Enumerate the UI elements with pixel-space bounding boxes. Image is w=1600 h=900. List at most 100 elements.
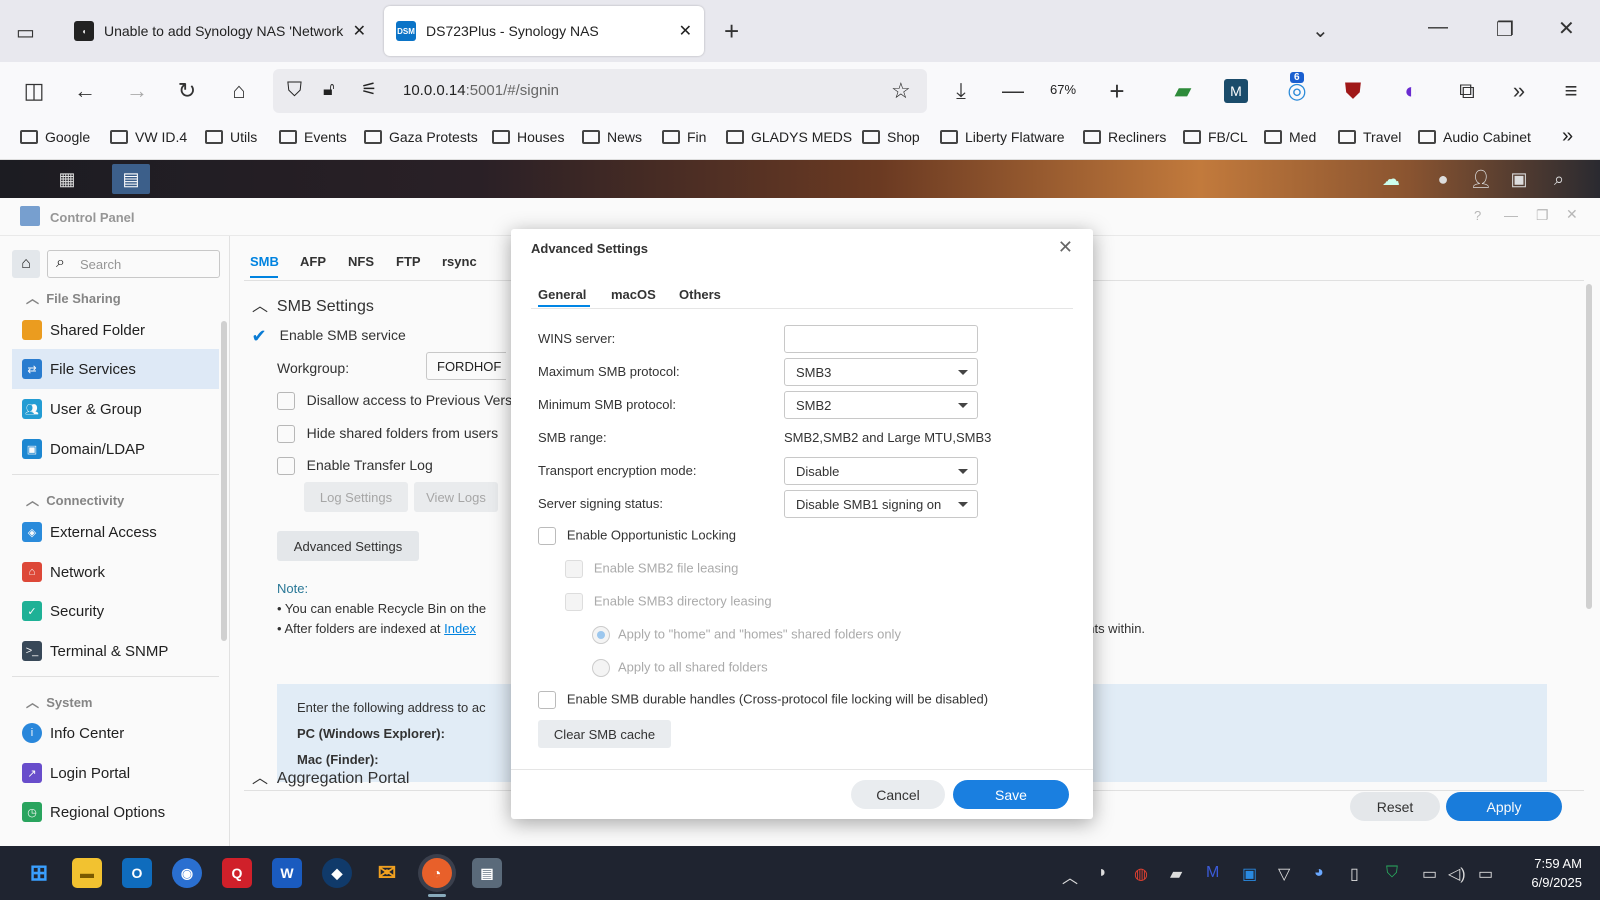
close-tab-icon[interactable]: ✕	[679, 21, 692, 41]
restore-icon[interactable]: ❐	[1496, 17, 1514, 42]
outlook-icon[interactable]: O	[122, 858, 152, 888]
file-explorer-icon[interactable]: ▬	[72, 858, 102, 888]
tab-others[interactable]: Others	[679, 287, 721, 302]
tray-security-shield-icon[interactable]: ⛉	[1386, 864, 1398, 882]
app-globe-icon[interactable]: ◉	[172, 858, 202, 888]
bookmark-folder[interactable]: Recliners	[1083, 129, 1166, 145]
tray-app-card-icon[interactable]: ▰	[1170, 864, 1182, 884]
bookmarks-overflow-icon[interactable]: »	[1562, 125, 1573, 148]
control-panel-taskbar-icon[interactable]: ▤	[112, 164, 150, 194]
bookmark-folder[interactable]: GLADYS MEDS	[726, 129, 852, 145]
app-window-icon[interactable]: ▤	[472, 858, 502, 888]
bookmark-folder[interactable]: Utils	[205, 129, 257, 145]
smb3-dir-leasing-checkbox[interactable]	[565, 593, 583, 611]
tray-network-icon[interactable]: ▭	[1422, 864, 1437, 884]
app-q-icon[interactable]: Q	[222, 858, 252, 888]
zoom-level[interactable]: 67%	[1050, 82, 1076, 97]
oplock-row[interactable]: Enable Opportunistic Locking	[538, 527, 736, 545]
shield-icon[interactable]: ⛉	[287, 79, 302, 102]
dsm-search-icon[interactable]: ⌕	[1540, 164, 1578, 194]
overflow-chevron-icon[interactable]: »	[1504, 76, 1534, 106]
home-icon[interactable]: ⌂	[224, 76, 254, 106]
bookmark-folder[interactable]: Shop	[862, 129, 920, 145]
tray-usb-icon[interactable]: ▯	[1350, 864, 1359, 884]
durable-handles-row[interactable]: Enable SMB durable handles (Cross-protoc…	[538, 691, 988, 709]
word-icon[interactable]: W	[272, 858, 302, 888]
apply-home-radio-row[interactable]: Apply to "home" and "homes" shared folde…	[592, 626, 901, 644]
ublock-icon[interactable]: ⛊	[1338, 76, 1368, 106]
bookmark-folder[interactable]: Audio Cabinet	[1418, 129, 1531, 145]
dialog-close-icon[interactable]: ✕	[1058, 237, 1073, 258]
browser-tab-1[interactable]: ◖ Unable to add Synology NAS 'Network ✕	[62, 6, 378, 56]
smb2-leasing-row[interactable]: Enable SMB2 file leasing	[565, 560, 738, 578]
tray-overflow-chevron-icon[interactable]: ︿	[1062, 864, 1078, 888]
print-extension-icon[interactable]: ▰	[1168, 76, 1198, 106]
bookmark-folder[interactable]: Gaza Protests	[364, 129, 478, 145]
extension-m-icon[interactable]: M	[1224, 79, 1248, 103]
min-smb-protocol-select[interactable]: SMB2	[784, 391, 978, 419]
bookmark-star-icon[interactable]: ☆	[891, 78, 911, 104]
reload-icon[interactable]: ↻	[172, 76, 202, 106]
minimize-icon[interactable]: —	[1428, 16, 1448, 39]
zoom-out-icon[interactable]: —	[998, 76, 1028, 106]
bookmark-folder[interactable]: Liberty Flatware	[940, 129, 1065, 145]
bookmark-folder[interactable]: VW ID.4	[110, 129, 187, 145]
bookmark-folder[interactable]: Houses	[492, 129, 564, 145]
tab-overview-icon[interactable]: ▭	[16, 20, 35, 45]
close-tab-icon[interactable]: ✕	[353, 21, 366, 41]
extensions-puzzle-icon[interactable]: ⧉	[1452, 76, 1482, 106]
tab-general[interactable]: General	[538, 287, 586, 302]
tray-app-red-icon[interactable]: ◍	[1134, 864, 1148, 884]
app-shield-icon[interactable]: ◆	[322, 858, 352, 888]
smb3-dir-leasing-row[interactable]: Enable SMB3 directory leasing	[565, 593, 772, 611]
bookmark-folder[interactable]: Events	[279, 129, 347, 145]
max-smb-protocol-select[interactable]: SMB3	[784, 358, 978, 386]
forward-icon[interactable]: →	[122, 76, 152, 106]
bookmark-folder[interactable]: Google	[20, 129, 90, 145]
tray-app-v-icon[interactable]: ▽	[1278, 864, 1290, 884]
list-tabs-chevron-icon[interactable]: ⌄	[1312, 18, 1329, 43]
tray-app-blue-icon[interactable]: ▣	[1242, 864, 1257, 884]
url-bar[interactable]: ⛉ 🔓︎ ⚟ 10.0.0.14:5001/#/signin ☆	[273, 69, 927, 113]
tray-battery-icon[interactable]: ▭	[1478, 864, 1493, 884]
chat-icon[interactable]: ●	[1424, 164, 1462, 194]
bookmark-folder[interactable]: Fin	[662, 129, 706, 145]
windows-start-icon[interactable]: ⊞	[24, 858, 54, 888]
clear-smb-cache-button[interactable]: Clear SMB cache	[538, 720, 671, 748]
apply-all-radio-row[interactable]: Apply to all shared folders	[592, 659, 768, 677]
oplock-checkbox[interactable]	[538, 527, 556, 545]
tray-malwarebytes-icon[interactable]: M	[1206, 864, 1219, 882]
apply-all-radio[interactable]	[592, 659, 610, 677]
user-icon[interactable]: 👤︎	[1462, 164, 1500, 194]
transport-encryption-select[interactable]: Disable	[784, 457, 978, 485]
tray-app-d-icon[interactable]: ◗	[1098, 864, 1108, 882]
bookmark-folder[interactable]: Med	[1264, 129, 1316, 145]
wins-server-input[interactable]	[784, 325, 978, 353]
lock-warning-icon[interactable]: 🔓︎	[323, 79, 335, 100]
durable-handles-checkbox[interactable]	[538, 691, 556, 709]
server-signing-select[interactable]: Disable SMB1 signing on	[784, 490, 978, 518]
taskbar-clock[interactable]: 7:59 AM 6/9/2025	[1531, 854, 1582, 892]
close-window-icon[interactable]: ✕	[1558, 16, 1575, 41]
extension-b-icon[interactable]: ◐	[1396, 76, 1426, 106]
widgets-icon[interactable]: ▣	[1500, 164, 1538, 194]
apply-home-radio[interactable]	[592, 626, 610, 644]
sidebar-toggle-icon[interactable]: ◫	[19, 76, 49, 106]
mail-app-icon[interactable]: ✉	[372, 858, 402, 888]
smb2-leasing-checkbox[interactable]	[565, 560, 583, 578]
tab-macos[interactable]: macOS	[611, 287, 656, 302]
main-menu-grid-icon[interactable]: ▦	[48, 164, 86, 194]
back-icon[interactable]: ←	[70, 76, 100, 106]
zoom-in-icon[interactable]: +	[1102, 76, 1132, 106]
cloud-sync-icon[interactable]: ☁	[1372, 164, 1410, 194]
bookmark-folder[interactable]: Travel	[1338, 129, 1401, 145]
firefox-icon[interactable]: ◔	[422, 858, 452, 888]
save-button[interactable]: Save	[953, 780, 1069, 809]
permissions-icon[interactable]: ⚟	[361, 79, 377, 100]
bookmark-folder[interactable]: FB/CL	[1183, 129, 1248, 145]
tray-app-cloud-icon[interactable]: ◕	[1314, 864, 1324, 882]
downloads-icon[interactable]: ⤓	[946, 76, 976, 106]
cancel-button[interactable]: Cancel	[851, 780, 945, 809]
browser-tab-2[interactable]: DSM DS723Plus - Synology NAS ✕	[384, 6, 704, 56]
tray-volume-icon[interactable]: ◁)	[1448, 864, 1466, 884]
